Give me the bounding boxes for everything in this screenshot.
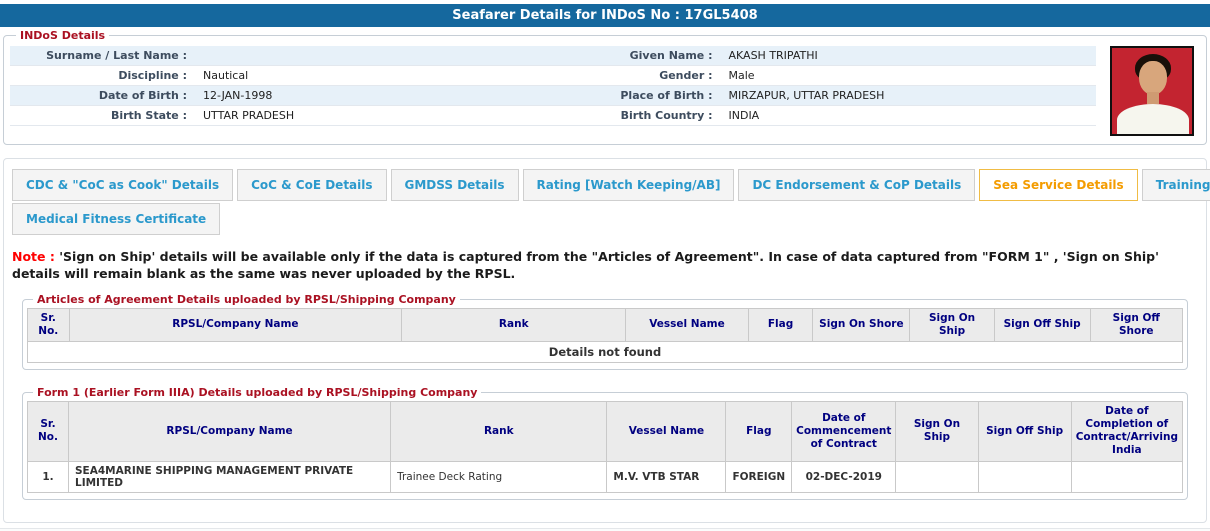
birth-state-label: Birth State : [10,109,195,122]
photo-neck-shape [1147,92,1159,104]
birth-country-value: INDIA [721,109,1097,122]
form1-cell-sign-on-ship [896,461,978,492]
tab-training-details[interactable]: Training Details [1142,169,1210,201]
given-name-value: AKASH TRIPATHI [721,49,1097,62]
detail-row-birth-date: Date of Birth : 12-JAN-1998 Place of Bir… [10,86,1096,106]
form1-col-sign-off-ship: Sign Off Ship [978,402,1071,462]
articles-col-rank: Rank [402,308,626,341]
form1-col-vessel: Vessel Name [607,402,726,462]
articles-col-sign-on-shore: Sign On Shore [813,308,910,341]
indos-details-legend: INDoS Details [16,29,109,42]
gender-value: Male [721,69,1097,82]
form1-col-sr-no: Sr. No. [28,402,69,462]
form1-table: Sr. No. RPSL/Company Name Rank Vessel Na… [27,401,1183,493]
tab-gmdss-details[interactable]: GMDSS Details [391,169,519,201]
articles-empty-row: Details not found [28,342,1183,363]
tab-medical-fitness-certificate[interactable]: Medical Fitness Certificate [12,203,220,235]
given-name-label: Given Name : [571,49,721,62]
tabs-row-2: Medical Fitness Certificate [12,203,1198,235]
photo-face-shape [1139,61,1167,95]
form1-col-company: RPSL/Company Name [69,402,391,462]
birth-country-label: Birth Country : [571,109,721,122]
form1-cell-rank: Trainee Deck Rating [391,461,607,492]
articles-col-sign-off-ship: Sign Off Ship [994,308,1090,341]
note-text: 'Sign on Ship' details will be available… [12,249,1159,281]
place-of-birth-label: Place of Birth : [571,89,721,102]
gender-label: Gender : [571,69,721,82]
birth-state-value: UTTAR PRADESH [195,109,571,122]
form1-header-row: Sr. No. RPSL/Company Name Rank Vessel Na… [28,402,1183,462]
surname-label: Surname / Last Name : [10,49,195,62]
discipline-value: Nautical [195,69,571,82]
form1-col-commencement-date: Date of Commencement of Contract [792,402,896,462]
seafarer-photo [1110,46,1194,136]
detail-row-discipline: Discipline : Nautical Gender : Male [10,66,1096,86]
tab-rating-watch-keeping-ab[interactable]: Rating [Watch Keeping/AB] [523,169,735,201]
articles-of-agreement-legend: Articles of Agreement Details uploaded b… [33,293,460,306]
date-of-birth-label: Date of Birth : [10,89,195,102]
form1-data-row: 1. SEA4MARINE SHIPPING MANAGEMENT PRIVAT… [28,461,1183,492]
date-of-birth-value: 12-JAN-1998 [195,89,571,102]
sea-service-panel: CDC & "CoC as Cook" Details CoC & CoE De… [3,158,1207,523]
note-prefix: Note : [12,249,55,264]
articles-col-vessel: Vessel Name [626,308,748,341]
form1-legend: Form 1 (Earlier Form IIIA) Details uploa… [33,386,481,399]
detail-row-surname: Surname / Last Name : Given Name : AKASH… [10,46,1096,66]
place-of-birth-value: MIRZAPUR, UTTAR PRADESH [721,89,1097,102]
articles-header-row: Sr. No. RPSL/Company Name Rank Vessel Na… [28,308,1183,341]
discipline-label: Discipline : [10,69,195,82]
form1-cell-completion-date [1071,461,1182,492]
form1-cell-sign-off-ship [978,461,1071,492]
tab-coc-coe-details[interactable]: CoC & CoE Details [237,169,386,201]
photo-shirt-shape [1117,104,1189,136]
articles-col-flag: Flag [748,308,813,341]
form1-cell-vessel: M.V. VTB STAR [607,461,726,492]
details-grid: Surname / Last Name : Given Name : AKASH… [10,46,1096,126]
sign-on-ship-note: Note : 'Sign on Ship' details will be av… [12,249,1162,283]
bottom-divider [0,528,1210,531]
form1-col-flag: Flag [726,402,792,462]
form1-col-sign-on-ship: Sign On Ship [896,402,978,462]
articles-of-agreement-table: Sr. No. RPSL/Company Name Rank Vessel Na… [27,308,1183,363]
indos-details-fieldset: INDoS Details Surname / Last Name : Give… [3,29,1207,145]
tab-cdc-coc-as-cook-details[interactable]: CDC & "CoC as Cook" Details [12,169,233,201]
details-not-found-message: Details not found [28,342,1183,363]
detail-row-birth-state: Birth State : UTTAR PRADESH Birth Countr… [10,106,1096,126]
tab-dc-endorsement-cop-details[interactable]: DC Endorsement & CoP Details [738,169,975,201]
articles-of-agreement-fieldset: Articles of Agreement Details uploaded b… [22,293,1188,370]
tab-sea-service-details[interactable]: Sea Service Details [979,169,1137,201]
form1-fieldset: Form 1 (Earlier Form IIIA) Details uploa… [22,386,1188,500]
form1-col-rank: Rank [391,402,607,462]
articles-col-sign-on-ship: Sign On Ship [910,308,994,341]
form1-col-completion-date: Date of Completion of Contract/Arriving … [1071,402,1182,462]
form1-cell-commencement-date: 02-DEC-2019 [792,461,896,492]
articles-col-company: RPSL/Company Name [69,308,402,341]
form1-cell-flag: FOREIGN [726,461,792,492]
page-title: Seafarer Details for INDoS No : 17GL5408 [0,4,1210,27]
articles-col-sr-no: Sr. No. [28,308,70,341]
tabs-row-1: CDC & "CoC as Cook" Details CoC & CoE De… [12,169,1198,201]
articles-col-sign-off-shore: Sign Off Shore [1090,308,1182,341]
form1-cell-sr-no: 1. [28,461,69,492]
form1-cell-company: SEA4MARINE SHIPPING MANAGEMENT PRIVATE L… [69,461,391,492]
